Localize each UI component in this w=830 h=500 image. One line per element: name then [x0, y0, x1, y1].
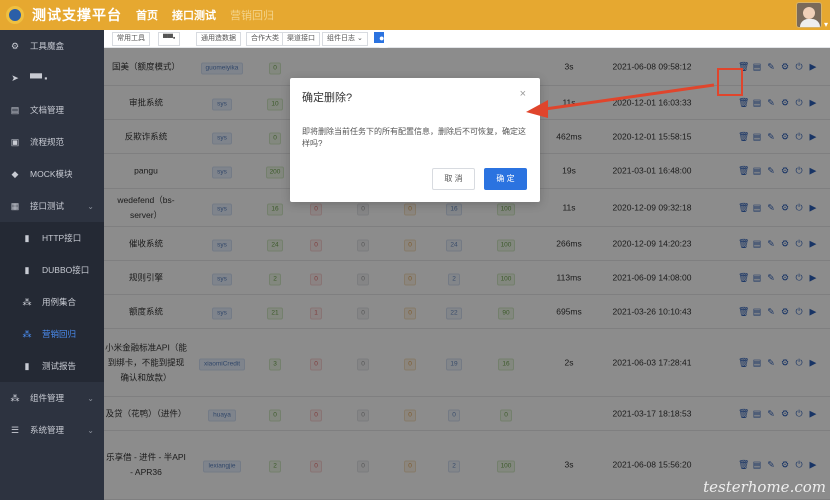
tab-bar: 常用工具 ▀▀▪ 通用造数据合作大类渠道接口组件日志 ⌄ ● 营销回归 × — [104, 30, 830, 98]
sidebar-item-label: 营销回归 — [42, 329, 77, 339]
chevron-down-icon: ⌄ — [87, 425, 94, 435]
annotation-highlight-box — [717, 68, 743, 96]
sidebar-item-9[interactable]: ⁂ 营销回归 — [0, 318, 104, 350]
sidebar-item-3[interactable]: ▣ 流程规范 — [0, 126, 104, 158]
brand-title: 测试支撑平台 — [32, 7, 122, 23]
nav-api-test[interactable]: 接口测试 — [172, 7, 216, 23]
sidebar-item-icon: ▮ — [24, 232, 30, 243]
tab-5[interactable]: 组件日志 ⌄ — [322, 32, 368, 46]
sidebar-item-8[interactable]: ⁂ 用例集合 — [0, 286, 104, 318]
sidebar-item-6[interactable]: ▮ HTTP接口 — [0, 222, 104, 254]
tab-4[interactable]: 渠道接口 — [282, 32, 320, 46]
sidebar-item-icon: ⁂ — [22, 296, 32, 307]
tab-3[interactable]: 合作大类 — [246, 32, 284, 46]
tab-0[interactable]: 常用工具 — [112, 32, 150, 46]
sidebar-item-icon: ☰ — [10, 424, 20, 435]
sidebar-item-2[interactable]: ▤ 文档管理 — [0, 94, 104, 126]
dialog-title: 确定删除? — [302, 92, 353, 104]
cancel-button[interactable]: 取 消 — [432, 168, 475, 190]
tab-2[interactable]: 通用造数据 — [196, 32, 241, 46]
nav-home[interactable]: 首页 — [136, 7, 158, 23]
tab-1[interactable]: ▀▀▪ — [158, 32, 181, 46]
sidebar-item-icon: ▣ — [10, 136, 20, 147]
confirm-delete-dialog: 确定删除? × 即将删除当前任务下的所有配置信息，删除后不可恢复，确定这样吗? … — [290, 78, 540, 202]
sidebar-item-0[interactable]: ⚙ 工具魔盒 — [0, 30, 104, 62]
sidebar-item-icon: ⁂ — [22, 328, 32, 339]
sidebar-item-icon: ⚙ — [10, 40, 20, 51]
sidebar-item-4[interactable]: ◆ MOCK模块 — [0, 158, 104, 190]
sidebar-item-label: MOCK模块 — [30, 169, 73, 179]
sidebar-item-1[interactable]: ➤ ▀▀ ▪ — [0, 62, 104, 94]
sidebar-item-icon: ◆ — [11, 168, 19, 179]
sidebar-item-icon: ▦ — [10, 200, 20, 211]
chevron-down-icon: ⌄ — [87, 201, 94, 211]
sidebar-item-10[interactable]: ▮ 测试报告 — [0, 350, 104, 382]
sidebar-item-icon: ⁂ — [10, 392, 20, 403]
sidebar: ⚙ 工具魔盒 ➤ ▀▀ ▪ ▤ 文档管理 ▣ 流程规范 ◆ MOCK模块 ▦ 接口测试 ⌄ ▮ HTTP接口… — [0, 30, 104, 500]
sidebar-item-icon: ▤ — [10, 104, 20, 115]
confirm-button[interactable]: 确 定 — [484, 168, 527, 190]
sidebar-item-icon: ▮ — [24, 264, 30, 275]
sidebar-item-label: 系统管理 — [30, 425, 65, 435]
sidebar-item-label: DUBBO接口 — [42, 265, 90, 275]
sidebar-item-label: ▀▀ ▪ — [30, 73, 48, 83]
sidebar-item-icon: ➤ — [11, 72, 19, 83]
nav-marketing[interactable]: 营销回归 — [230, 7, 274, 23]
sidebar-item-12[interactable]: ☰ 系统管理 ⌄ — [0, 414, 104, 446]
sidebar-item-icon: ▮ — [24, 360, 30, 371]
avatar[interactable] — [796, 2, 822, 28]
sidebar-item-label: 组件管理 — [30, 393, 65, 403]
sidebar-item-11[interactable]: ⁂ 组件管理 ⌄ — [0, 382, 104, 414]
dialog-message: 即将删除当前任务下的所有配置信息，删除后不可恢复，确定这样吗? — [302, 127, 526, 148]
top-bar: 测试支撑平台 首页 接口测试 营销回归 ▾ — [0, 0, 830, 30]
logo — [6, 6, 24, 24]
sidebar-item-label: 流程规范 — [30, 137, 65, 147]
sidebar-item-7[interactable]: ▮ DUBBO接口 — [0, 254, 104, 286]
sidebar-item-label: 文档管理 — [30, 105, 65, 115]
sidebar-item-label: HTTP接口 — [42, 233, 82, 243]
sidebar-item-label: 工具魔盒 — [30, 41, 65, 51]
close-icon[interactable]: × — [520, 88, 526, 100]
sidebar-item-label: 测试报告 — [42, 361, 77, 371]
tab-6[interactable]: ● 营销回归 × — [374, 32, 388, 98]
chevron-down-icon: ⌄ — [87, 393, 94, 403]
avatar-caret-icon[interactable]: ▾ — [824, 20, 828, 29]
sidebar-item-5[interactable]: ▦ 接口测试 ⌄ — [0, 190, 104, 222]
sidebar-item-label: 接口测试 — [30, 201, 65, 211]
sidebar-item-label: 用例集合 — [42, 297, 77, 307]
watermark: testerhome.com — [703, 478, 826, 496]
